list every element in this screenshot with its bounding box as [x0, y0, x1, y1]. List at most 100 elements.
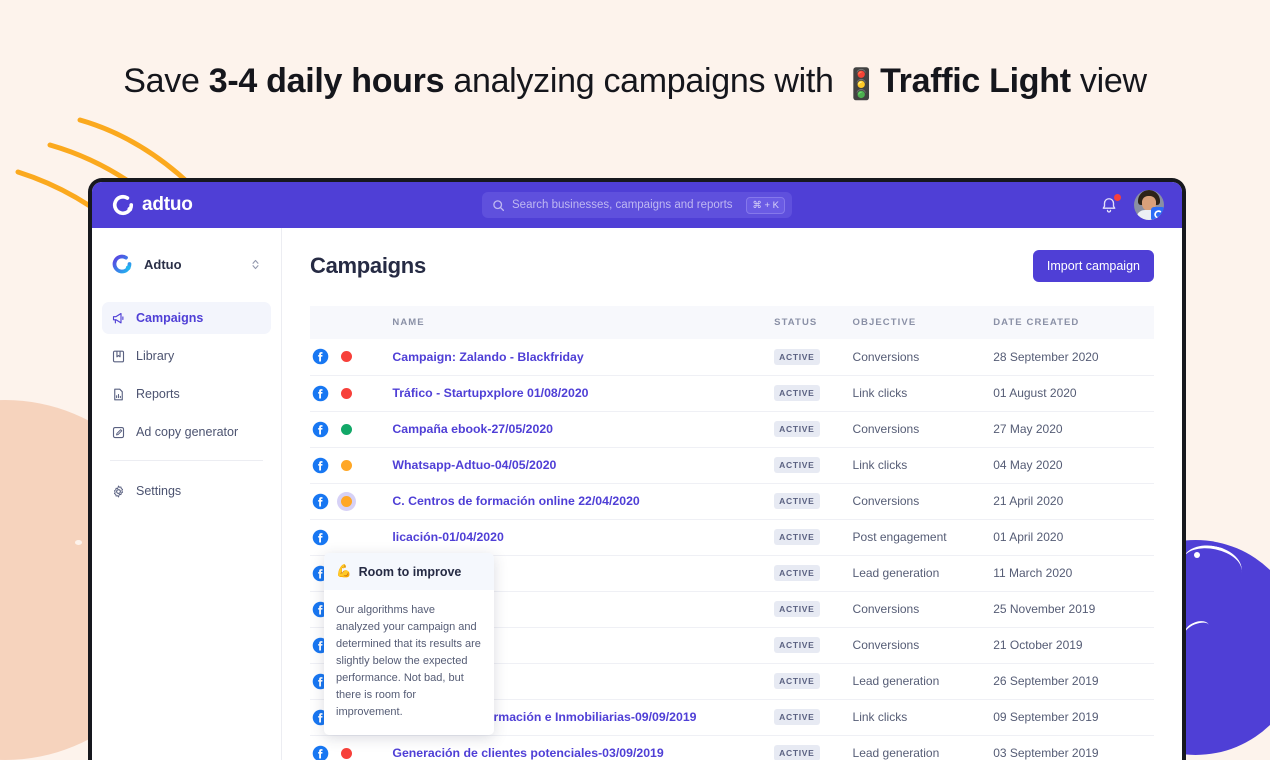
workspace-logo-icon: [112, 254, 132, 274]
objective-text: Link clicks: [852, 710, 908, 724]
row-name-cell: C. Centros de formación online 22/04/202…: [392, 483, 775, 520]
status-badge: ACTIVE: [774, 601, 820, 617]
row-date-cell: 26 September 2019: [993, 663, 1154, 700]
date-created-text: 03 September 2019: [993, 746, 1099, 760]
notification-dot: [1114, 193, 1121, 201]
row-date-cell: 03 September 2019: [993, 735, 1154, 760]
row-objective-cell: Lead generation: [852, 555, 994, 592]
status-badge: ACTIVE: [774, 421, 820, 437]
traffic-light-indicator[interactable]: [341, 532, 352, 543]
avatar-workspace-badge: [1151, 207, 1164, 220]
row-status-cell: ACTIVE: [774, 375, 853, 412]
traffic-light-indicator[interactable]: [341, 387, 352, 399]
row-status-cell: ACTIVE: [774, 555, 853, 592]
sidebar-item-label: Library: [136, 349, 175, 363]
row-status-cell: ACTIVE: [774, 735, 853, 760]
date-created-text: 26 September 2019: [993, 674, 1099, 688]
sidebar-item-label: Reports: [136, 387, 180, 401]
search-shortcut-badge: ⌘ + K: [746, 196, 785, 214]
peach-blob-sparkle: [75, 540, 82, 545]
traffic-light-indicator[interactable]: [341, 747, 352, 759]
sidebar-item-ad-copy-generator[interactable]: Ad copy generator: [102, 416, 271, 448]
row-status-cell: ACTIVE: [774, 591, 853, 628]
campaign-name-link[interactable]: Campaign: Zalando - Blackfriday: [392, 350, 583, 364]
headline-bold-traffic-light: Traffic Light: [880, 62, 1071, 100]
table-row[interactable]: Campaña ebook-27/05/2020 ACTIVE Conversion…: [310, 411, 1154, 448]
date-created-text: 04 May 2020: [993, 458, 1063, 472]
facebook-icon: [312, 421, 329, 437]
search-bar[interactable]: Search businesses, campaigns and reports…: [482, 192, 792, 218]
sidebar-item-campaigns[interactable]: Campaigns: [102, 302, 271, 334]
facebook-icon: [312, 745, 329, 760]
traffic-light-indicator[interactable]: [341, 459, 352, 471]
traffic-light-indicator[interactable]: [341, 351, 352, 363]
campaign-name-link[interactable]: C. Centros de formación online 22/04/202…: [392, 494, 639, 508]
row-status-cell: ACTIVE: [774, 627, 853, 664]
tooltip-title: Room to improve: [358, 564, 462, 579]
workspace-selector[interactable]: Adtuo: [104, 248, 269, 280]
app-body: Adtuo Campaigns Library Reports Ad copy …: [92, 228, 1182, 760]
column-header-date-created[interactable]: DATE CREATED: [993, 306, 1154, 339]
row-objective-cell: Conversions: [852, 483, 994, 520]
sidebar-item-settings[interactable]: Settings: [102, 475, 271, 507]
table-row[interactable]: Campaign: Zalando - Blackfriday ACTIVE Con…: [310, 339, 1154, 376]
column-header-name[interactable]: NAME: [392, 306, 775, 339]
date-created-text: 01 August 2020: [993, 386, 1077, 400]
row-date-cell: 01 August 2020: [993, 375, 1154, 412]
facebook-icon: [312, 385, 329, 401]
row-status-cell: ACTIVE: [774, 699, 853, 736]
app-topbar: adtuo Search businesses, campaigns and r…: [92, 182, 1182, 228]
row-objective-cell: Conversions: [852, 627, 994, 664]
row-name-cell: Campaign: Zalando - Blackfriday: [392, 339, 775, 376]
row-status-cell: ACTIVE: [774, 339, 853, 376]
status-badge: ACTIVE: [774, 565, 820, 581]
notifications-button[interactable]: [1100, 193, 1121, 215]
traffic-light-indicator[interactable]: [341, 495, 352, 507]
campaign-name-link[interactable]: Generación de clientes potenciales-03/09…: [392, 746, 663, 760]
date-created-text: 25 November 2019: [993, 602, 1096, 616]
main-content: Campaigns Import campaign NAME STATUS OB…: [282, 228, 1182, 760]
objective-text: Post engagement: [852, 530, 947, 544]
campaign-name-link[interactable]: licación-01/04/2020: [392, 530, 503, 544]
row-platform-cell: [310, 519, 393, 556]
import-campaign-button[interactable]: Import campaign: [1032, 250, 1154, 282]
traffic-light-indicator[interactable]: [341, 423, 352, 435]
status-badge: ACTIVE: [774, 637, 820, 653]
sidebar-item-reports[interactable]: Reports: [102, 378, 271, 410]
date-created-text: 21 April 2020: [993, 494, 1064, 508]
gear-icon: [113, 485, 124, 497]
objective-text: Link clicks: [852, 458, 908, 472]
sidebar-footer-nav: Settings: [92, 475, 281, 507]
search-input[interactable]: Search businesses, campaigns and reports: [512, 199, 739, 211]
tooltip-body: Our algorithms have analyzed your campai…: [336, 604, 481, 718]
topbar-actions: [1100, 190, 1164, 220]
status-badge: ACTIVE: [774, 457, 820, 473]
campaign-name-link[interactable]: Campaña ebook-27/05/2020: [392, 422, 553, 436]
row-objective-cell: Conversions: [852, 411, 994, 448]
sidebar-divider: [110, 460, 263, 461]
table-row[interactable]: licación-01/04/2020 ACTIVE Post engagement…: [310, 519, 1154, 556]
avatar[interactable]: [1134, 190, 1164, 220]
table-row[interactable]: C. Centros de formación online 22/04/202…: [310, 483, 1154, 520]
page-root: Save 3-4 daily hours analyzing campaigns…: [0, 0, 1270, 760]
sidebar-item-library[interactable]: Library: [102, 340, 271, 372]
brand-logo[interactable]: adtuo: [92, 194, 193, 216]
campaign-name-link[interactable]: Tráfico - Startupxplore 01/08/2020: [392, 386, 588, 400]
table-row[interactable]: Whatsapp-Adtuo-04/05/2020 ACTIVE Link clic…: [310, 447, 1154, 484]
row-platform-cell: [310, 735, 393, 760]
row-name-cell: Whatsapp-Adtuo-04/05/2020: [392, 447, 775, 484]
date-created-text: 27 May 2020: [993, 422, 1063, 436]
objective-text: Lead generation: [852, 566, 940, 580]
column-header-objective[interactable]: OBJECTIVE: [852, 306, 994, 339]
row-name-cell: licación-01/04/2020: [392, 519, 775, 556]
status-badge: ACTIVE: [774, 348, 820, 365]
table-row[interactable]: Generación de clientes potenciales-03/09…: [310, 735, 1154, 760]
objective-text: Conversions: [852, 638, 920, 652]
table-row[interactable]: Tráfico - Startupxplore 01/08/2020 ACTIVE…: [310, 375, 1154, 412]
row-name-cell: Generación de clientes potenciales-03/09…: [392, 735, 775, 760]
traffic-light-icon: 🚦: [842, 68, 881, 101]
column-header-status[interactable]: STATUS: [774, 306, 853, 339]
row-date-cell: 27 May 2020: [993, 411, 1154, 448]
status-badge: ACTIVE: [774, 745, 820, 760]
campaign-name-link[interactable]: Whatsapp-Adtuo-04/05/2020: [392, 458, 556, 472]
